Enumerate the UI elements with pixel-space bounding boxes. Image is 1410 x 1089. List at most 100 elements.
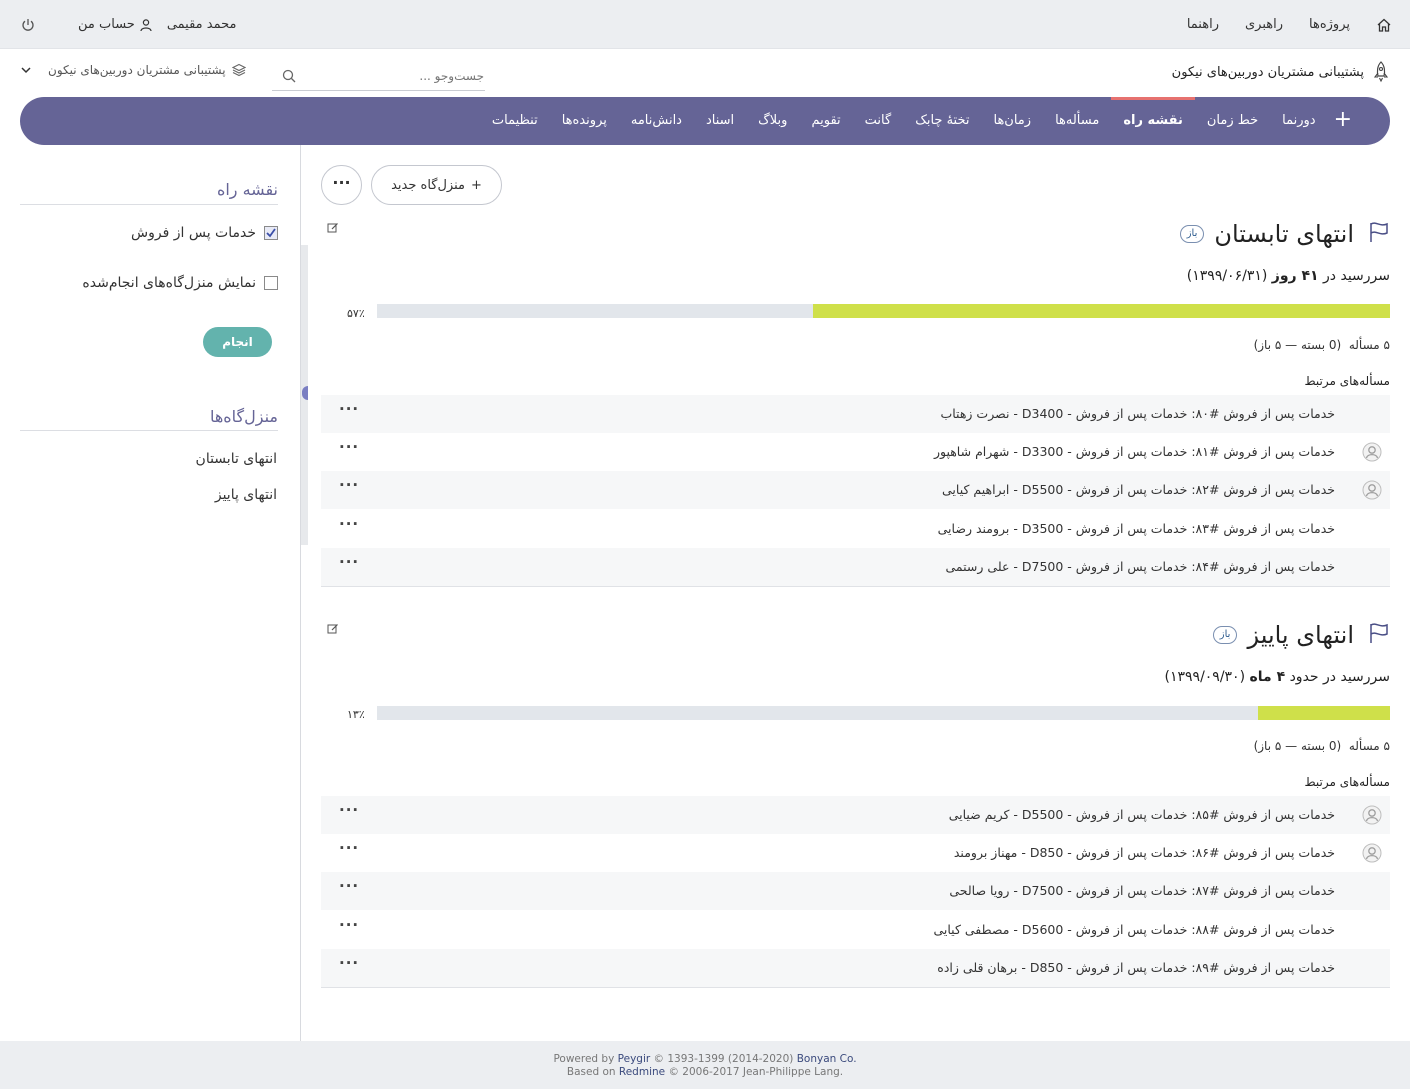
tab-roadmap[interactable]: نقشه راه [1111, 97, 1195, 145]
sidebar-milestone-link[interactable]: انتهای پاییز [215, 487, 277, 503]
row-actions-button[interactable]: ··· [339, 916, 359, 934]
issue-link[interactable]: خدمات پس از فروش #۸۹: خدمات پس از فروش -… [937, 960, 1335, 975]
tab-news[interactable]: وبلاگ [746, 97, 799, 145]
version-title: انتهای پاییز باز [1212, 621, 1354, 649]
table-row: خدمات پس از فروش #۸۱: خدمات پس از فروش -… [321, 433, 1390, 471]
tab-gantt[interactable]: گانت [853, 97, 904, 145]
apply-button[interactable]: انجام [203, 327, 272, 357]
table-row: خدمات پس از فروش #۸۰: خدمات پس از فروش -… [321, 395, 1390, 433]
row-actions-button[interactable]: ··· [339, 954, 359, 972]
issue-link[interactable]: خدمات پس از فروش #۸۳: خدمات پس از فروش -… [938, 521, 1335, 536]
tracker-filter[interactable]: خدمات پس از فروش [131, 225, 278, 241]
top-nav-projects[interactable]: پروژه‌ها [1309, 17, 1350, 32]
home-icon[interactable] [1376, 17, 1392, 33]
due-date: (۱۳۹۹/۰۹/۳۰) [1164, 669, 1250, 685]
sidebar: نقشه راه خدمات پس از فروش نمایش منزل‌گاه… [0, 145, 300, 1041]
my-account-label: حساب من [78, 17, 135, 32]
sidebar-milestone-link[interactable]: انتهای تابستان [196, 451, 277, 467]
version-title: انتهای تابستان باز [1179, 220, 1354, 248]
project-title: پشتیبانی مشتریان دوربین‌های نیکون [1172, 61, 1390, 83]
tab-activity[interactable]: خط زمان [1195, 97, 1270, 145]
top-nav-administration[interactable]: راهبری [1245, 17, 1283, 32]
row-actions-button[interactable]: ··· [339, 400, 359, 418]
user-name-link[interactable]: محمد مقیمی [167, 17, 237, 32]
tab-documents[interactable]: اسناد [694, 97, 746, 145]
bonyan-link[interactable]: Bonyan Co. [797, 1053, 857, 1065]
tab-issues[interactable]: مسأله‌ها [1043, 97, 1111, 145]
issue-link[interactable]: خدمات پس از فروش #۸۷: خدمات پس از فروش -… [949, 883, 1335, 898]
issue-link[interactable]: خدمات پس از فروش #۸۸: خدمات پس از فروش -… [933, 922, 1335, 937]
power-icon[interactable] [20, 17, 36, 33]
completed-filter[interactable]: نمایش منزل‌گاه‌های انجام‌شده [82, 275, 278, 291]
version-name[interactable]: انتهای پاییز [1247, 621, 1354, 649]
issue-link[interactable]: خدمات پس از فروش #۸۴: خدمات پس از فروش -… [946, 559, 1336, 574]
footer-line-1: Powered by Peygir © 1393-1399 (2014-2020… [553, 1053, 857, 1065]
edit-version-icon[interactable] [327, 222, 339, 238]
table-row: خدمات پس از فروش #۸۵: خدمات پس از فروش -… [321, 796, 1390, 834]
row-actions-button[interactable]: ··· [339, 839, 359, 857]
new-object-plus-icon[interactable]: + [1328, 97, 1364, 145]
avatar-icon [1362, 805, 1382, 829]
tab-agile-board[interactable]: تختهٔ چابک [903, 97, 981, 145]
completed-checkbox[interactable] [264, 276, 278, 290]
search-input[interactable] [304, 68, 484, 83]
row-actions-button[interactable]: ··· [339, 438, 359, 456]
layers-icon [231, 63, 246, 77]
version-name[interactable]: انتهای تابستان [1214, 220, 1354, 248]
tab-calendar[interactable]: تقویم [799, 97, 852, 145]
search-icon [282, 69, 296, 83]
row-actions-button[interactable]: ··· [339, 553, 359, 571]
issue-link[interactable]: خدمات پس از فروش #۸۰: خدمات پس از فروش -… [940, 406, 1335, 421]
issue-link[interactable]: خدمات پس از فروش #۸۵: خدمات پس از فروش -… [949, 807, 1335, 822]
issue-breakdown[interactable]: (0 بسته — ۵ باز) [1254, 739, 1342, 753]
issue-link[interactable]: خدمات پس از فروش #۸۲: خدمات پس از فروش -… [942, 482, 1335, 497]
flag-icon [1368, 221, 1390, 247]
tab-wiki[interactable]: دانش‌نامه [619, 97, 694, 145]
chevron-down-icon[interactable] [20, 64, 32, 76]
issue-counts: ۵ مسأله (0 بسته — ۵ باز) [1254, 338, 1390, 352]
due-relative: ۴ ماه [1249, 669, 1286, 685]
footer-line-2: Based on Redmine © 2006-2017 Jean-Philip… [566, 1066, 844, 1078]
edit-version-icon[interactable] [327, 623, 339, 639]
project-jump-label[interactable]: پشتیبانی مشتریان دوربین‌های نیکون [48, 63, 246, 77]
main-menu: + دورنما خط زمان نقشه راه مسأله‌ها زمان‌… [20, 97, 1390, 145]
account-area: حساب من محمد مقیمی [20, 0, 236, 49]
version-due-date: سررسید در حدود ۴ ماه (۱۳۹۹/۰۹/۳۰) [1165, 669, 1390, 685]
sidebar-milestones-title: منزل‌گاه‌ها [209, 407, 278, 426]
project-title-text: پشتیبانی مشتریان دوربین‌های نیکون [1171, 64, 1364, 80]
progress-fill [1258, 706, 1390, 720]
row-actions-button[interactable]: ··· [339, 877, 359, 895]
issue-breakdown[interactable]: (0 بسته — ۵ باز) [1254, 338, 1342, 352]
footer: Powered by Peygir © 1393-1399 (2014-2020… [0, 1041, 1410, 1089]
project-jump-text: پشتیبانی مشتریان دوربین‌های نیکون [48, 63, 226, 77]
header: پشتیبانی مشتریان دوربین‌های نیکون پشتیبا… [0, 49, 1410, 97]
version-progress-bar [377, 706, 1390, 720]
project-jump[interactable]: پشتیبانی مشتریان دوربین‌های نیکون [20, 63, 246, 77]
tab-time-entries[interactable]: زمان‌ها [981, 97, 1043, 145]
issue-count-link[interactable]: ۵ مسأله [1349, 338, 1390, 352]
progress-fill [812, 304, 1390, 318]
issue-link[interactable]: خدمات پس از فروش #۸۶: خدمات پس از فروش -… [954, 845, 1335, 860]
due-relative: ۴۱ روز [1271, 268, 1319, 284]
my-account-link[interactable]: حساب من [78, 17, 153, 32]
issue-count-link[interactable]: ۵ مسأله [1349, 739, 1390, 753]
top-menu: پروژه‌ها راهبری راهنما حساب من محمد مقیم… [0, 0, 1410, 49]
table-row: خدمات پس از فروش #۸۲: خدمات پس از فروش -… [321, 471, 1390, 510]
due-prefix: سررسید در حدود [1285, 669, 1390, 685]
more-actions-button[interactable]: ··· [321, 165, 362, 205]
row-actions-button[interactable]: ··· [339, 476, 359, 494]
row-actions-button[interactable]: ··· [339, 801, 359, 819]
issue-link[interactable]: خدمات پس از فروش #۸۱: خدمات پس از فروش -… [934, 444, 1335, 459]
new-version-button[interactable]: + منزل‌گاه جدید [371, 165, 502, 205]
rocket-icon [1372, 61, 1390, 83]
tab-settings[interactable]: تنظیمات [480, 97, 550, 145]
tab-files[interactable]: پرونده‌ها [550, 97, 619, 145]
sidebar-roadmap-title: نقشه راه [216, 180, 278, 199]
peygir-link[interactable]: Peygir [618, 1053, 651, 1065]
avatar-icon [1362, 843, 1382, 867]
tab-overview[interactable]: دورنما [1270, 97, 1327, 145]
row-actions-button[interactable]: ··· [339, 515, 359, 533]
top-nav-help[interactable]: راهنما [1187, 17, 1219, 32]
tracker-checkbox[interactable] [264, 226, 278, 240]
redmine-link[interactable]: Redmine [619, 1066, 665, 1078]
